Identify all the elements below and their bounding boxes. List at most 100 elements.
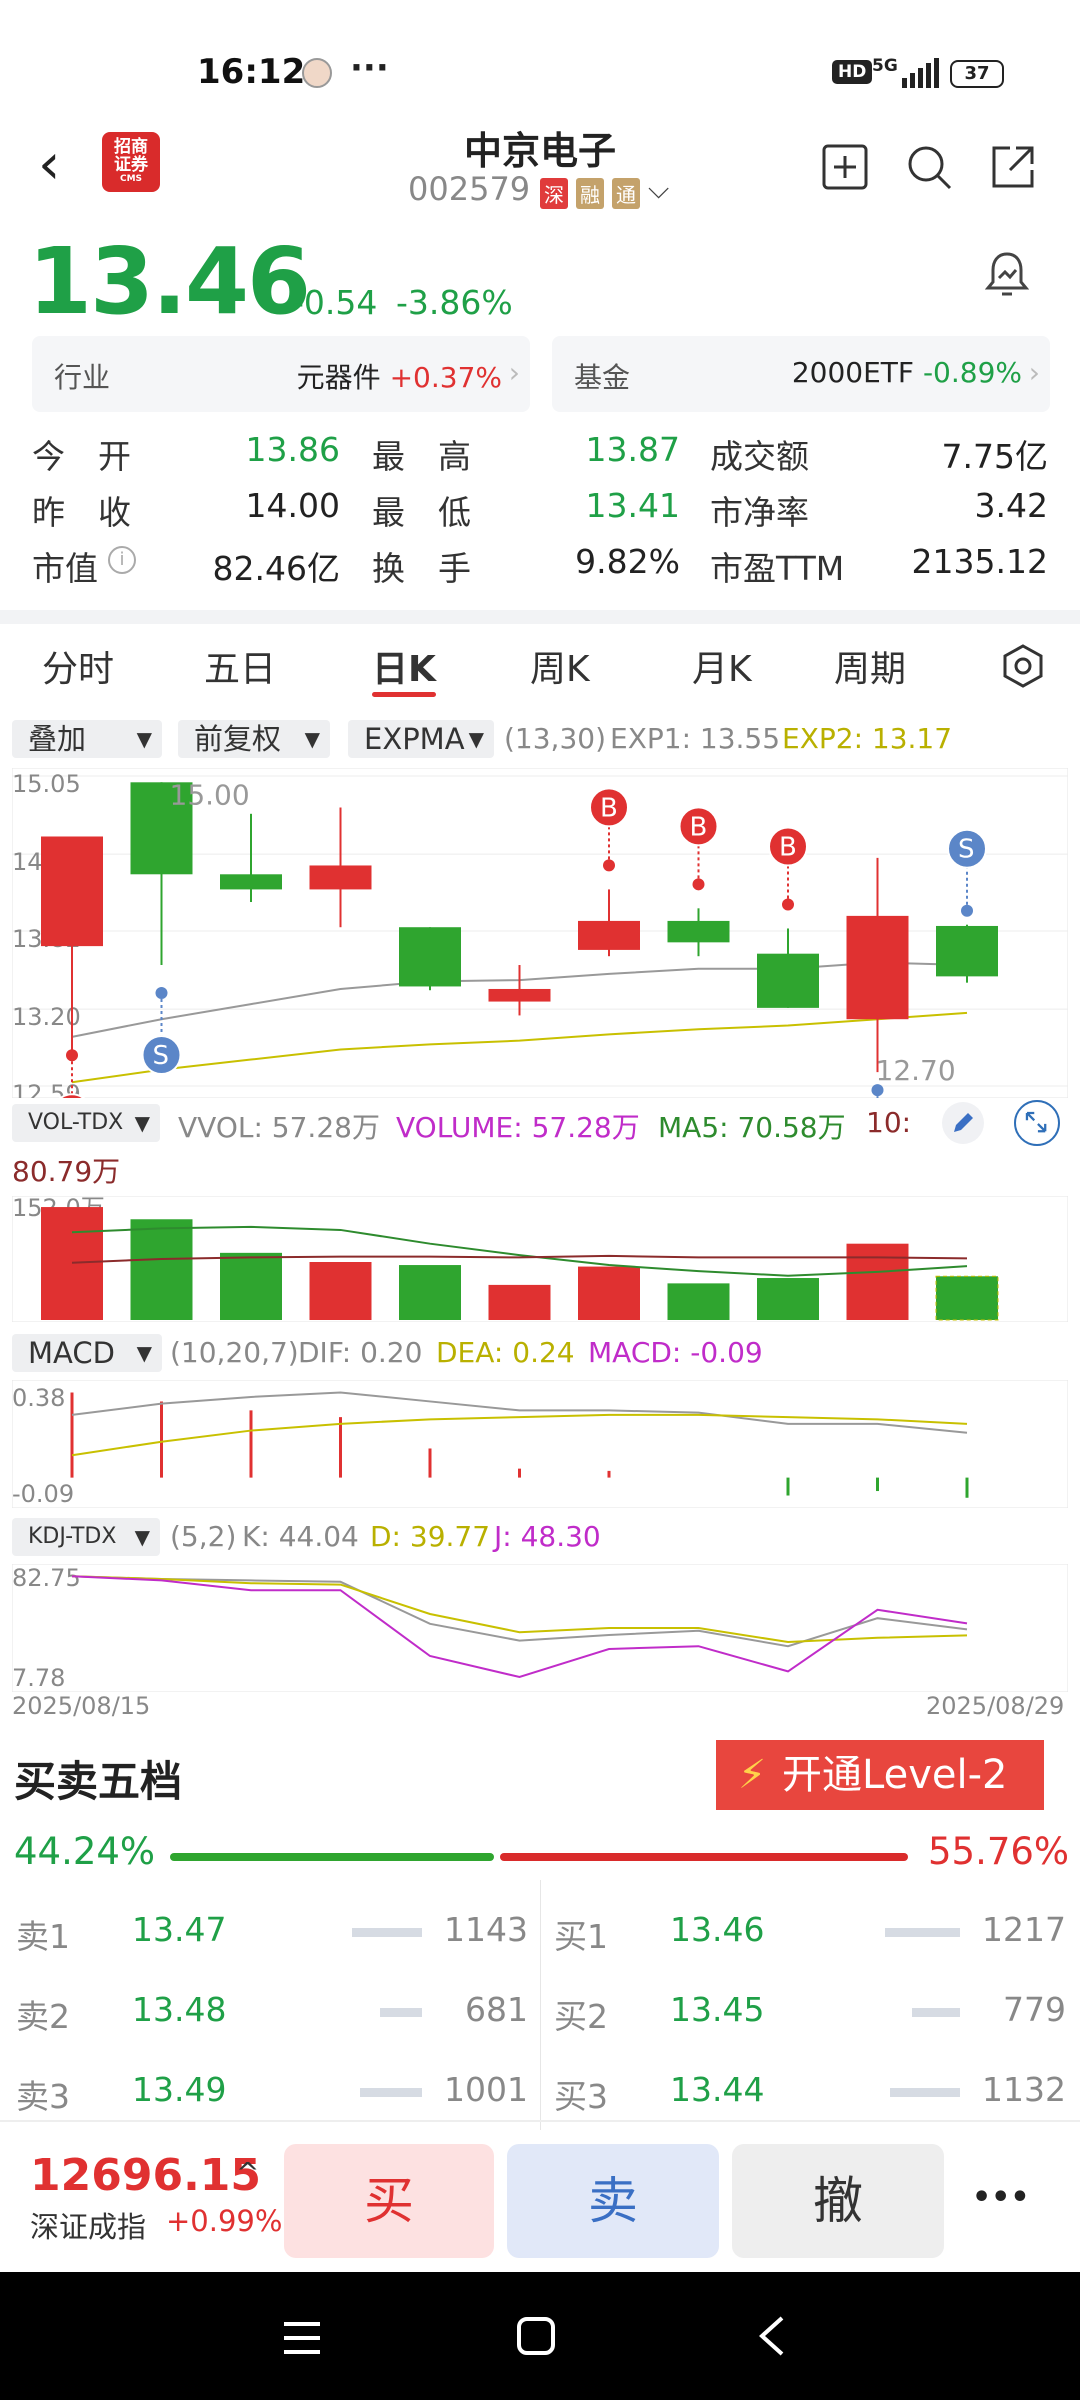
fund-label: 基金 <box>574 361 631 394</box>
fund-value: 2000ETF -0.89% <box>792 356 1022 389</box>
network-type: 5G <box>872 56 898 76</box>
stat-value: 13.41 <box>585 486 680 525</box>
current-price: 13.46 <box>28 228 311 335</box>
adjust-select[interactable]: 前复权 ▼ <box>178 720 330 758</box>
kdj-chart[interactable]: 82.75 7.78 <box>12 1564 1068 1692</box>
chart-frame <box>12 1564 1068 1692</box>
stat-value: 13.87 <box>585 430 680 469</box>
buy-level: 买2 <box>554 1997 608 2036</box>
menu-icon[interactable] <box>282 2320 322 2356</box>
expand-icon <box>1025 1111 1047 1133</box>
signal-dot <box>782 898 794 911</box>
tab-0[interactable]: 分时 <box>42 640 114 692</box>
dif-line <box>71 1391 968 1434</box>
cancel-order-button[interactable]: 撤 <box>732 2144 944 2258</box>
stat-value: 3.42 <box>974 486 1048 525</box>
buy-volume: 779 <box>1003 1990 1066 2029</box>
price-change-pct: -3.86% <box>396 283 513 322</box>
industry-value: 元器件 +0.37% <box>297 356 502 396</box>
settings-icon[interactable] <box>1002 644 1044 688</box>
stat-label: 成交额 <box>710 437 809 476</box>
home-icon[interactable] <box>516 2316 556 2356</box>
volume-bar <box>488 1284 551 1320</box>
date-end: 2025/08/29 <box>926 1692 1065 1720</box>
macd-axis-bottom: -0.09 <box>12 1480 74 1508</box>
tab-3[interactable]: 周K <box>530 640 590 692</box>
info-icon[interactable]: i <box>108 546 136 574</box>
buy-level: 买1 <box>554 1917 608 1956</box>
level2-button[interactable]: ⚡ 开通Level-2 <box>716 1740 1044 1810</box>
kdj-select-value: KDJ-TDX <box>28 1524 117 1549</box>
lightning-icon: ⚡ <box>738 1752 767 1798</box>
price-alert-icon[interactable] <box>985 250 1029 300</box>
sell-button[interactable]: 卖 <box>507 2144 719 2258</box>
battery-icon: 37 <box>950 60 1004 88</box>
buy-price: 13.44 <box>670 2070 765 2109</box>
exp2-value: EXP2: 13.17 <box>782 722 953 755</box>
macd-chart[interactable]: 0.38 -0.09 <box>12 1380 1068 1508</box>
buy-ratio-bar <box>170 1853 494 1861</box>
stat-label: 最 低 <box>372 493 471 532</box>
adjust-select-value: 前复权 <box>194 722 282 756</box>
kdj-params: (5,2) <box>170 1520 237 1553</box>
kdj-axis-bottom: 7.78 <box>12 1664 65 1692</box>
indicator-select[interactable]: EXPMA ▼ <box>348 720 494 758</box>
stat-value: 14.00 <box>245 486 340 525</box>
stat-label: 换 手 <box>372 549 471 588</box>
candle-body <box>757 953 819 1008</box>
volume-chart[interactable]: 152.0万 <box>12 1196 1068 1322</box>
signal-letter: B <box>600 793 618 823</box>
sell-ratio: 55.76% <box>928 1830 1070 1873</box>
sell-price: 13.48 <box>132 1990 227 2029</box>
candlestick-chart[interactable]: 15.0514.4313.8213.2012.5915.0012.70BSBBB… <box>12 768 1068 1098</box>
stat-value: 7.75亿 <box>941 437 1048 476</box>
back-nav-icon[interactable] <box>756 2316 788 2356</box>
industry-change: +0.37% <box>389 361 502 394</box>
industry-card[interactable]: 行业 元器件 +0.37% › <box>32 336 530 412</box>
volume-bar <box>352 1928 422 1937</box>
industry-name: 元器件 <box>296 361 381 394</box>
sell-price: 13.47 <box>132 1910 227 1949</box>
buy-ratio: 44.24% <box>14 1830 156 1873</box>
fund-card[interactable]: 基金 2000ETF -0.89% › <box>552 336 1050 412</box>
stock-code: 002579 <box>408 170 531 208</box>
signal-dot <box>155 987 168 1000</box>
fund-name: 2000ETF <box>791 356 915 389</box>
tab-5[interactable]: 周期 <box>834 640 906 692</box>
sell-volume: 681 <box>465 1990 528 2029</box>
tab-1[interactable]: 五日 <box>204 640 276 692</box>
tab-4[interactable]: 月K <box>692 640 752 692</box>
indicator-select-value: EXPMA <box>364 722 465 756</box>
overlay-select[interactable]: 叠加 ▼ <box>12 720 162 758</box>
buy-button[interactable]: 买 <box>284 2144 494 2258</box>
more-icon[interactable]: ••• <box>972 2180 1030 2215</box>
buy-price: 13.46 <box>670 1910 765 1949</box>
chevron-right-icon: › <box>1028 356 1040 389</box>
tab-2[interactable]: 日K <box>372 640 436 692</box>
search-icon[interactable] <box>904 142 954 192</box>
macd-select-value: MACD <box>28 1336 115 1370</box>
chevron-down-icon[interactable]: ⌵ <box>648 172 669 206</box>
min-price-label: 12.70 <box>876 1054 956 1087</box>
candle-body <box>488 988 551 1002</box>
signal-letter: S <box>153 1041 170 1071</box>
share-icon[interactable] <box>988 142 1038 192</box>
vol-ma5-value: MA5: 70.58万 <box>658 1111 846 1144</box>
candle-body <box>846 915 909 1020</box>
index-value[interactable]: 12696.15 <box>30 2150 261 2201</box>
macd-select[interactable]: MACD ▼ <box>12 1334 162 1372</box>
stat-label: 市盈TTM <box>710 549 845 588</box>
bottom-divider <box>0 2120 1080 2122</box>
volume-indicator-select[interactable]: VOL-TDX ▼ <box>12 1104 160 1142</box>
add-watchlist-icon[interactable] <box>820 142 870 192</box>
buy-level: 买3 <box>554 2077 608 2116</box>
fullscreen-button[interactable] <box>1014 1100 1060 1146</box>
stat-label: 今 开 <box>32 437 131 476</box>
stock-header: ‹ 招商 证券 CMS 中京电子 002579 深 融 通 ⌵ <box>0 120 1080 220</box>
exp2-line <box>71 1011 968 1084</box>
vol-ma10-line <box>71 1254 968 1264</box>
hd-icon: HD <box>832 60 873 84</box>
stat-label: 最 高 <box>372 437 471 476</box>
kdj-select[interactable]: KDJ-TDX ▼ <box>12 1518 160 1556</box>
edit-indicator-button[interactable] <box>942 1102 984 1144</box>
